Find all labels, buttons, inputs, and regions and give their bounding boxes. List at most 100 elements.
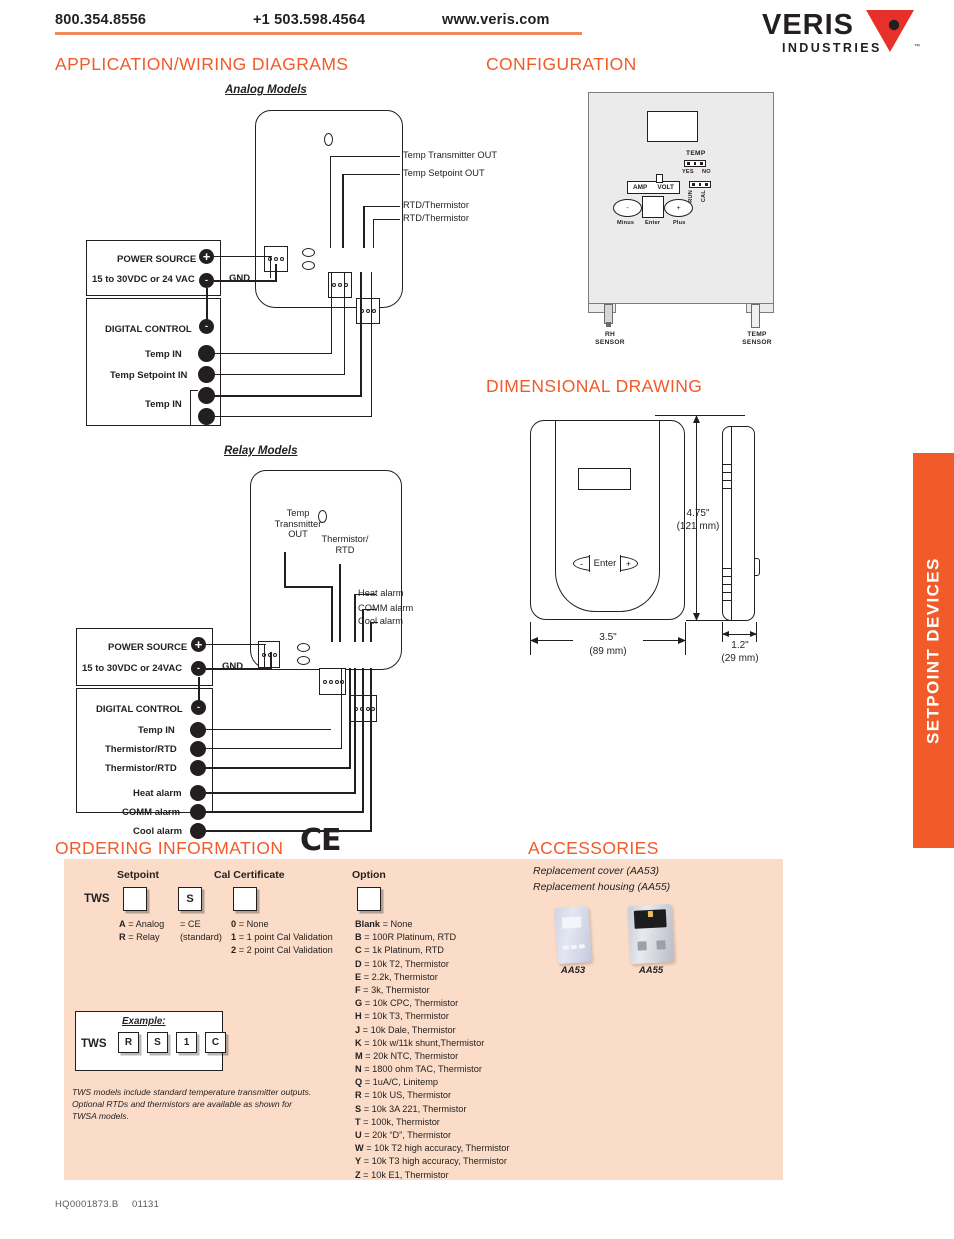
dd-arrow-height-bottom-icon [693, 613, 700, 621]
analog-device-led-hole-icon [324, 133, 333, 146]
config-rh-sensor-caption: RH SENSOR [595, 331, 625, 346]
analog-device-hole-1-icon [302, 248, 315, 257]
ordering-option-code: K [355, 1037, 362, 1048]
ordering-option-desc: = 10k T3 high accuracy, Thermistor [361, 1156, 507, 1167]
ordering-option-row: Z = 10k E1, Thermistor [355, 1169, 509, 1182]
aa53-button-cutout-3 [578, 944, 585, 949]
ordering-option-desc: = 10k T2 high accuracy, Thermistor [363, 1143, 510, 1154]
ordering-cal-box[interactable] [233, 887, 257, 911]
ordering-option-row: W = 10k T2 high accuracy, Thermistor [355, 1142, 509, 1155]
analog-leader-4 [373, 219, 400, 221]
analog-input-label-3: Temp IN [145, 399, 182, 410]
relay-power-source-box [76, 628, 213, 686]
ordering-option-row: D = 10k T2, Thermistor [355, 958, 509, 971]
config-switch-slider[interactable] [656, 174, 663, 183]
section-title-accessories: ACCESSORIES [528, 838, 659, 858]
relay-alarm-term-label-1: Heat alarm [133, 788, 182, 799]
ordering-example-code-2: 1 [176, 1032, 197, 1053]
relay-wire-alarm-2 [203, 811, 364, 814]
ordering-option-code: C [355, 945, 362, 956]
ordering-option-row: Blank = None [355, 918, 509, 931]
config-plus-button[interactable]: + [664, 199, 693, 217]
relay-wire-tx-term [331, 586, 333, 642]
analog-input-bracket-bot [190, 425, 198, 427]
dd-arrow-height-top-icon [693, 415, 700, 423]
ordering-cal-option-2: 2 = 2 point Cal Validation [231, 945, 333, 955]
ordering-option-code: B [355, 932, 362, 943]
section-title-dimensional: DIMENSIONAL DRAWING [486, 376, 703, 396]
dd-vent-9 [722, 600, 731, 601]
relay-input-label-1: Temp IN [138, 725, 175, 736]
ordering-option-desc: = 2.2k, Thermistor [361, 971, 438, 982]
ordering-setpoint-box[interactable] [123, 887, 147, 911]
accessories-line-1: Replacement cover (AA53) [533, 865, 660, 877]
ordering-cal-option-0: 0 = None [231, 919, 269, 929]
dd-depth-dimension: 1.2" (29 mm) [721, 640, 759, 664]
analog-leader-3 [363, 206, 400, 208]
config-run-cal-jumper[interactable] [689, 181, 711, 188]
config-minus-button[interactable]: - [613, 199, 642, 217]
dd-arrow-depth-left-icon [722, 631, 729, 637]
relay-alarm-label-comm: COMM alarm [358, 603, 414, 613]
ordering-option-desc: = 10k E1, Thermistor [360, 1169, 449, 1180]
ordering-option-row: M = 20k NTC, Thermistor [355, 1050, 509, 1063]
ordering-option-desc: = None [380, 919, 413, 929]
relay-alarm-term-label-2: COMM alarm [122, 807, 181, 818]
relay-wire-tx-right [284, 586, 332, 588]
dd-vent-2 [722, 472, 731, 473]
relay-input-label-2: Thermistor/RTD [105, 744, 177, 755]
config-minus-caption: Minus [617, 220, 635, 226]
analog-wire-in-1 [212, 353, 332, 355]
config-no-label: NO [702, 169, 711, 175]
ordering-option-desc: = 10k Dale, Thermistor [360, 1024, 456, 1035]
ordering-option-code: N [355, 1064, 362, 1075]
dd-width-dimension-mm: (89 mm) [589, 646, 627, 657]
ordering-option-row: F = 3k, Thermistor [355, 984, 509, 997]
dimensional-drawing: - + Enter 4.75" (121 mm) 3.5" (89 mm) 1.2… [500, 410, 840, 680]
dd-vent-6 [722, 576, 731, 577]
dd-arrow-depth-right-icon [750, 631, 757, 637]
config-temp-jumper[interactable] [684, 160, 706, 167]
config-enter-button[interactable] [642, 196, 664, 218]
aa53-button-cutout-2 [570, 944, 577, 950]
dd-plus-label: + [625, 558, 631, 569]
analog-out-label-4: RTD/Thermistor [403, 213, 469, 223]
ordering-example-code-1: S [147, 1032, 168, 1053]
accessory-image-aa53 [554, 905, 592, 965]
aa53-display-cutout [561, 916, 582, 929]
ordering-option-box[interactable] [357, 887, 381, 911]
section-title-ordering: ORDERING INFORMATION [55, 838, 284, 858]
config-rh-sensor-tip-icon [606, 322, 611, 327]
veris-logo: VERIS INDUSTRIES ™ [762, 8, 922, 56]
relay-dev-label-thermistor: Thermistor/ RTD [321, 534, 369, 555]
analog-wire-in-4-up [371, 272, 373, 417]
veris-v-mark-icon [866, 10, 914, 52]
header-divider-rule [55, 32, 582, 35]
analog-input-bracket-top [190, 390, 198, 392]
ordering-setpoint-option-1: R = Relay [119, 932, 160, 942]
dd-minus-label: - [580, 558, 583, 569]
aa55-connector-icon [647, 910, 654, 918]
ordering-option-code: H [355, 1011, 362, 1022]
config-temp-sensor-caption: TEMP SENSOR [742, 331, 772, 346]
ordering-option-row: H = 10k T3, Thermistor [355, 1010, 509, 1023]
analog-wire-out-4 [373, 219, 375, 248]
analog-wire-in-3 [212, 395, 362, 398]
ordering-col-header-option: Option [352, 869, 386, 881]
ordering-ce-box[interactable]: S [178, 887, 202, 911]
ordering-option-row: K = 10k w/11k shunt,Thermistor [355, 1037, 509, 1050]
ordering-option-desc: = 3k, Thermistor [360, 984, 430, 995]
analog-input-label-1: Temp IN [145, 349, 182, 360]
website-url[interactable]: www.veris.com [442, 12, 550, 28]
logo-trademark-symbol: ™ [914, 44, 920, 50]
analog-wire-power-gnd [214, 280, 277, 283]
ordering-option-desc: = 1800 ohm TAC, Thermistor [361, 1064, 482, 1075]
analog-out-label-3: RTD/Thermistor [403, 200, 469, 210]
dd-enter-button[interactable]: Enter [589, 555, 621, 572]
ordering-option-code: Blank [355, 919, 381, 929]
phone-us: 800.354.8556 [55, 12, 147, 28]
dd-width-dimension: 3.5" [573, 632, 643, 645]
ordering-option-row: N = 1800 ohm TAC, Thermistor [355, 1063, 509, 1076]
ordering-example-base: TWS [81, 1038, 107, 1050]
config-amp-volt-switch[interactable]: AMP VOLT [627, 181, 680, 194]
